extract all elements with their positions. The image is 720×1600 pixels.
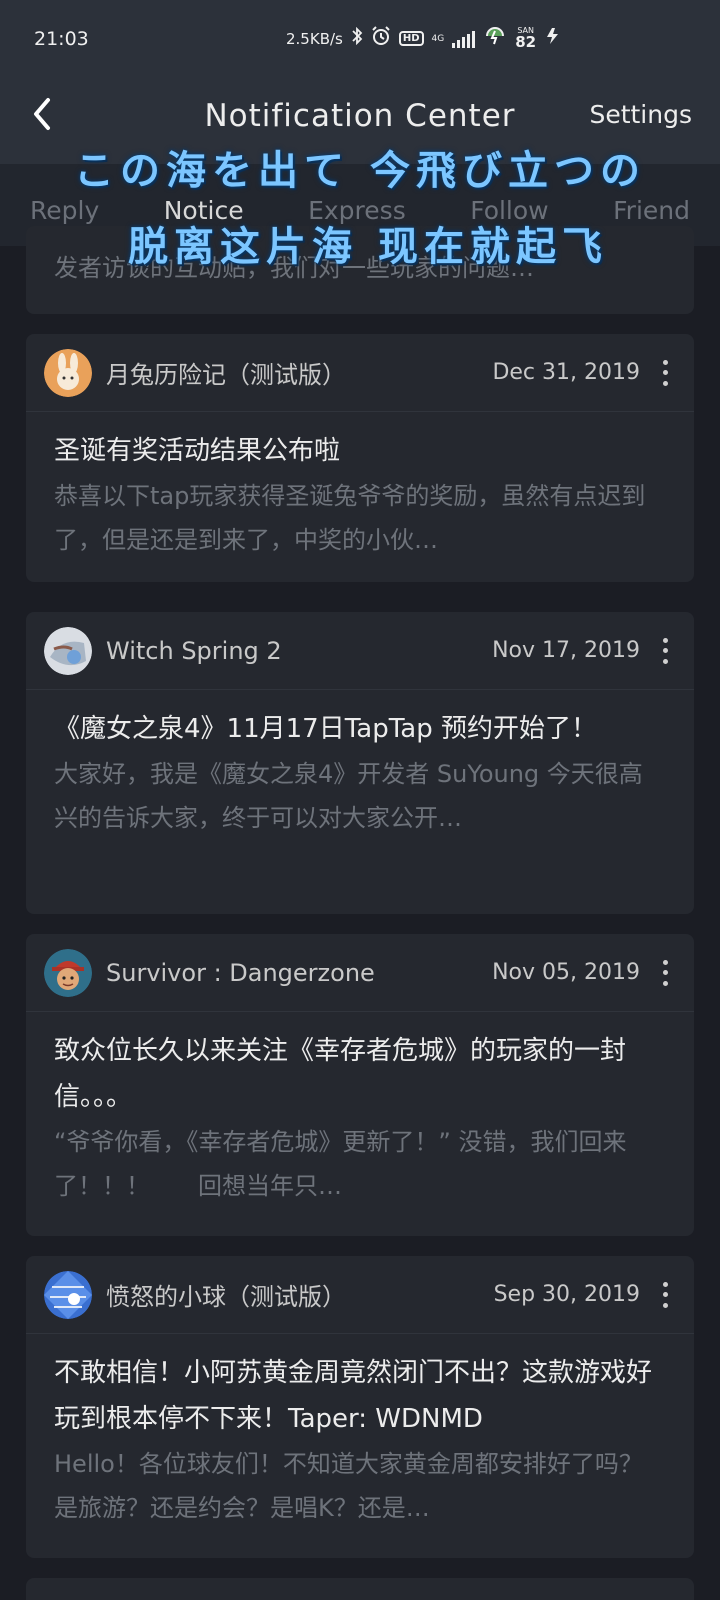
card-body[interactable]: 《魔女之泉4》11月17日TapTap 预约开始了！ 大家好，我是《魔女之泉4》… [26, 690, 694, 858]
card-title: 圣诞有奖活动结果公布啦 [54, 436, 341, 466]
settings-button[interactable]: Settings [589, 100, 692, 129]
card-summary: 大家好，我是《魔女之泉4》开发者 SuYoung 今天很高兴的告诉大家，终于可以… [54, 760, 643, 832]
status-bar: 21:03 2.5KB/s HD 4G SAN 82 [0, 0, 720, 80]
notice-card[interactable]: 愤怒的小球（测试版） Sep 30, 2019 不敢相信！小阿苏黄金周竟然闭门不… [26, 1256, 694, 1558]
lyric-line-japanese: この海を出て 今飛び立つの [74, 148, 646, 194]
card-header: 愤怒的小球（测试版） Sep 30, 2019 [26, 1256, 694, 1334]
game-avatar[interactable] [44, 348, 92, 397]
post-date: Nov 17, 2019 [492, 638, 640, 663]
game-name[interactable]: Survivor : Dangerzone [106, 959, 492, 987]
notice-card[interactable]: 月兔历险记（测试版） Dec 31, 2019 圣诞有奖活动结果公布啦 恭喜以下… [26, 334, 694, 582]
alarm-icon [371, 26, 391, 51]
card-summary: 恭喜以下tap玩家获得圣诞兔爷爷的奖励，虽然有点迟到了，但是还是到来了，中奖的小… [54, 482, 646, 554]
witch-avatar-icon [44, 626, 92, 675]
signal-icon [452, 30, 476, 48]
power-saver-icon [483, 26, 507, 51]
status-time: 21:03 [34, 28, 89, 50]
card-body[interactable]: 圣诞有奖活动结果公布啦 恭喜以下tap玩家获得圣诞兔爷爷的奖励，虽然有点迟到了，… [26, 412, 694, 580]
rabbit-avatar-icon [44, 348, 92, 397]
card-title: 不敢相信！小阿苏黄金周竟然闭门不出？这款游戏好玩到根本停不下来！Taper: W… [54, 1358, 653, 1434]
card-header: Survivor : Dangerzone Nov 05, 2019 [26, 934, 694, 1012]
status-icons: 2.5KB/s HD 4G SAN 82 [286, 26, 562, 51]
survivor-avatar-icon [44, 948, 92, 997]
more-options-icon[interactable] [660, 359, 670, 386]
card-body[interactable]: 致众位长久以来关注《幸存者危城》的玩家的一封信。。。 “爷爷你看，《幸存者危城》… [26, 1012, 694, 1226]
card-header: Witch Spring 2 Nov 17, 2019 [26, 612, 694, 690]
card-header: 月兔历险记（测试版） Dec 31, 2019 [26, 334, 694, 412]
post-date: Nov 05, 2019 [492, 960, 640, 985]
network-type: 4G [431, 33, 445, 44]
game-avatar[interactable] [44, 626, 92, 675]
game-name[interactable]: Witch Spring 2 [106, 637, 492, 665]
bluetooth-icon [351, 26, 363, 50]
notice-card[interactable]: Witch Spring 2 Nov 17, 2019 《魔女之泉4》11月17… [26, 612, 694, 914]
card-body[interactable]: 不敢相信！小阿苏黄金周竟然闭门不出？这款游戏好玩到根本停不下来！Taper: W… [26, 1334, 694, 1548]
charging-icon [544, 27, 562, 50]
card-title: 致众位长久以来关注《幸存者危城》的玩家的一封信。。。 [54, 1036, 627, 1112]
hd-icon: HD [398, 31, 424, 46]
notice-card-partial[interactable] [26, 1578, 694, 1600]
battery-indicator: SAN 82 [515, 26, 537, 51]
more-options-icon[interactable] [660, 959, 670, 986]
post-date: Sep 30, 2019 [493, 1282, 640, 1307]
card-summary: “爷爷你看，《幸存者危城》更新了！” 没错，我们回来了！！！ 回想当年只… [54, 1128, 627, 1200]
more-options-icon[interactable] [660, 1281, 670, 1308]
game-name[interactable]: 月兔历险记（测试版） [106, 355, 492, 390]
notice-card[interactable]: Survivor : Dangerzone Nov 05, 2019 致众位长久… [26, 934, 694, 1236]
card-title: 《魔女之泉4》11月17日TapTap 预约开始了！ [54, 714, 598, 744]
game-name[interactable]: 愤怒的小球（测试版） [106, 1277, 494, 1312]
lyric-line-chinese: 脱离这片海 现在就起飞 [128, 224, 608, 270]
game-avatar[interactable] [44, 1270, 92, 1319]
card-header [26, 1578, 694, 1600]
game-avatar[interactable] [44, 948, 92, 997]
net-speed: 2.5KB/s [286, 29, 343, 48]
post-date: Dec 31, 2019 [492, 360, 640, 385]
ball-avatar-icon [44, 1270, 92, 1319]
screen: 21:03 2.5KB/s HD 4G SAN 82 Notification … [0, 0, 720, 1600]
card-summary: Hello！各位球友们！不知道大家黄金周都安排好了吗？ 是旅游？还是约会？是唱K… [54, 1450, 643, 1522]
more-options-icon[interactable] [660, 637, 670, 664]
